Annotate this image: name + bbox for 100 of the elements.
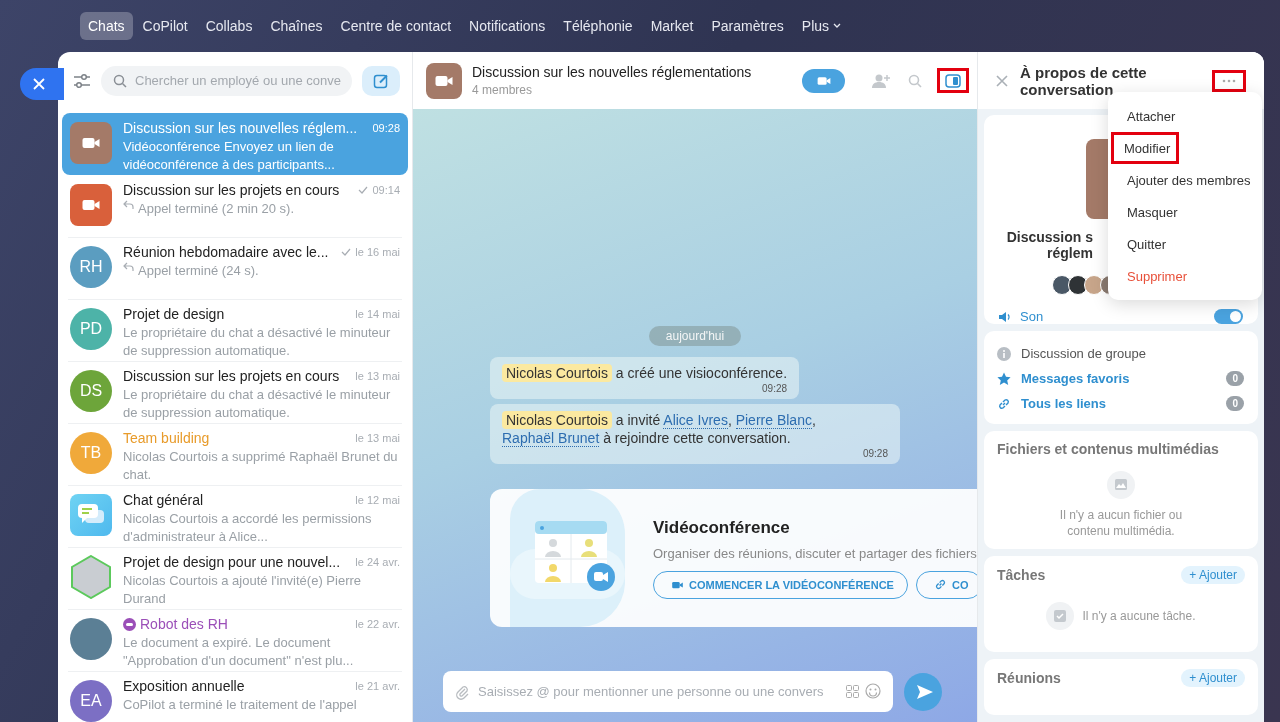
chat-title: Exposition annuelle	[123, 678, 245, 694]
chat-title: Projet de design pour une nouvel...	[123, 554, 341, 570]
chat-preview: Le document a expiré. Le document "Approbation d'un document" n'est plu...	[123, 634, 355, 670]
nav-tab[interactable]: Plus	[793, 12, 850, 40]
user-link[interactable]: Alice Ivres	[663, 412, 728, 429]
mention-tag[interactable]: Nicolas Courtois	[502, 364, 612, 382]
chat-item[interactable]: PD Projet de design le 14 mai Le propriétaire du chat a désactivé le minuteur de suppression automatique.	[62, 299, 408, 361]
more-icon	[1222, 78, 1236, 83]
close-icon[interactable]	[996, 74, 1008, 87]
link-icon	[933, 578, 947, 591]
message-text: Nicolas Courtois a créé une visioconférence.	[502, 364, 788, 382]
empty-message: Il n'y a aucun fichier ou contenu multimédia.	[1058, 507, 1184, 539]
chat-time: le 13 mai	[355, 432, 400, 444]
section-title: Tâches	[997, 567, 1046, 583]
panel-link[interactable]: Messages favoris	[1021, 371, 1217, 386]
video-call-button[interactable]	[802, 68, 845, 93]
sound-label: Son	[1020, 309, 1045, 324]
chat-item[interactable]: Robot des RH le 22 avr. Le document a expiré. Le document "Approbation d'un document" n'est plu...	[62, 609, 408, 671]
info-icon	[997, 346, 1011, 361]
chat-time: le 12 mai	[355, 494, 400, 506]
nav-tab[interactable]: Paramètres	[703, 12, 792, 40]
chat-title: Discussion sur les nouvelles réglementations	[472, 64, 753, 80]
chat-avatar: TB	[70, 432, 112, 474]
sound-toggle[interactable]	[1214, 309, 1243, 324]
chat-avatar: PD	[70, 308, 112, 350]
message-time: 09:28	[761, 383, 788, 394]
chat-avatar: EA	[70, 680, 112, 722]
chat-item[interactable]: Chat général le 12 mai Nicolas Courtois a accordé les permissions d'administrateur à Alice...	[62, 485, 408, 547]
message-input[interactable]: Saisissez @ pour mentionner une personne ou une convers	[443, 671, 893, 712]
nav-tab[interactable]: Chaînes	[262, 12, 331, 40]
section-title: Réunions	[997, 669, 1061, 686]
menu-item[interactable]: Masquer	[1108, 196, 1187, 228]
nav-tab[interactable]: Centre de contact	[332, 12, 460, 40]
menu-item[interactable]: Modifier	[1111, 132, 1180, 164]
chat-title: Discussion sur les projets en cours	[123, 182, 340, 198]
nav-tab[interactable]: Téléphonie	[555, 12, 641, 40]
search-icon	[908, 73, 922, 88]
send-button[interactable]	[904, 672, 942, 711]
nav-tab[interactable]: CoPilot	[134, 12, 196, 40]
close-button[interactable]	[20, 68, 64, 100]
panel-link[interactable]: Tous les liens	[1021, 396, 1217, 411]
chat-title: Discussion sur les projets en cours	[123, 368, 340, 384]
task-checkbox-icon	[1046, 602, 1075, 630]
menu-item[interactable]: Ajouter des membres	[1108, 164, 1260, 196]
chat-item[interactable]: RH Réunion hebdomadaire avec le... le 16 mai Appel terminé (24 s).	[62, 237, 408, 299]
send-icon	[915, 683, 934, 700]
card-description: Organiser des réunions, discuter et partager des fichiers	[653, 545, 977, 561]
user-link[interactable]: Pierre Blanc	[735, 412, 812, 429]
chat-name: Discussion s	[1005, 229, 1093, 245]
card-title: Vidéoconférence	[653, 517, 791, 538]
menu-item[interactable]: Supprimer	[1108, 260, 1196, 292]
chat-time: 09:28	[372, 122, 400, 134]
chat-time: le 14 mai	[355, 308, 400, 320]
filter-icon[interactable]	[73, 72, 91, 89]
nav-tab[interactable]: Notifications	[461, 12, 554, 40]
video-camera-icon	[815, 74, 832, 87]
member-count: 4 membres	[472, 83, 534, 97]
chat-preview: CoPilot a terminé le traitement de l'appel	[123, 696, 357, 714]
nav-tab[interactable]: Collabs	[197, 12, 261, 40]
menu-item[interactable]: Quitter	[1108, 228, 1175, 260]
compose-button[interactable]	[362, 65, 400, 96]
group-type-label: Discussion de groupe	[1021, 346, 1147, 361]
chat-time: le 16 mai	[355, 246, 400, 258]
chat-preview: Vidéoconférence Envoyez un lien de vidéoconférence à des participants...	[123, 138, 336, 174]
close-icon	[33, 78, 45, 90]
nav-tab[interactable]: Chats	[80, 12, 133, 40]
image-icon	[1107, 471, 1135, 499]
message-time: 09:28	[861, 448, 888, 459]
chat-item[interactable]: EA Exposition annuelle le 21 avr. CoPilot a terminé le traitement de l'appel	[62, 671, 408, 722]
chat-preview: Le propriétaire du chat a désactivé le minuteur de suppression automatique.	[123, 386, 392, 422]
chat-preview: Appel terminé (24 s).	[138, 262, 259, 280]
mention-tag[interactable]: Nicolas Courtois	[502, 411, 612, 429]
chat-title: Discussion sur les nouvelles réglem...	[123, 120, 358, 136]
speaker-icon	[998, 310, 1012, 323]
empty-message: Il n'y a aucune tâche.	[1082, 608, 1196, 624]
chat-item[interactable]: Projet de design pour une nouvel... le 24 avr. Nicolas Courtois a ajouté l'invité(e) Pierre Durand	[62, 547, 408, 609]
count-badge: 0	[1226, 371, 1244, 386]
chat-title: Team building	[123, 430, 210, 446]
nav-tab[interactable]: Market	[642, 12, 702, 40]
pencil-icon	[373, 72, 389, 89]
side-panel-button[interactable]	[937, 68, 969, 93]
chat-avatar: RH	[70, 246, 112, 288]
side-panel-icon	[945, 73, 961, 88]
user-link[interactable]: Raphaël Brunet	[502, 430, 600, 447]
chat-preview: Appel terminé (2 min 20 s).	[138, 200, 295, 218]
chat-item[interactable]: Discussion sur les projets en cours 09:14 Appel terminé (2 min 20 s).	[62, 175, 408, 237]
chat-name: réglem	[1046, 245, 1093, 261]
search-icon	[113, 73, 127, 88]
menu-item[interactable]: Attacher	[1108, 100, 1185, 132]
chat-title: Réunion hebdomadaire avec le...	[123, 244, 329, 260]
video-camera-icon	[671, 579, 684, 590]
search-field[interactable]: Chercher un employé ou une conve	[101, 65, 352, 96]
chat-preview: Nicolas Courtois a supprimé Raphaël Brunet du chat.	[123, 448, 399, 484]
apps-grid-icon	[846, 685, 859, 698]
chat-item[interactable]: DS Discussion sur les projets en cours le 13 mai Le propriétaire du chat a désactivé le minuteur de suppression automatique.	[62, 361, 408, 423]
panel-title: À propos de cette conversation	[1020, 63, 1148, 98]
chat-preview: Nicolas Courtois a ajouté l'invité(e) Pierre Durand	[123, 572, 363, 608]
chat-time: le 21 avr.	[355, 680, 400, 692]
emoji-icon	[865, 683, 881, 699]
chat-preview: Le propriétaire du chat a désactivé le minuteur de suppression automatique.	[123, 324, 392, 360]
